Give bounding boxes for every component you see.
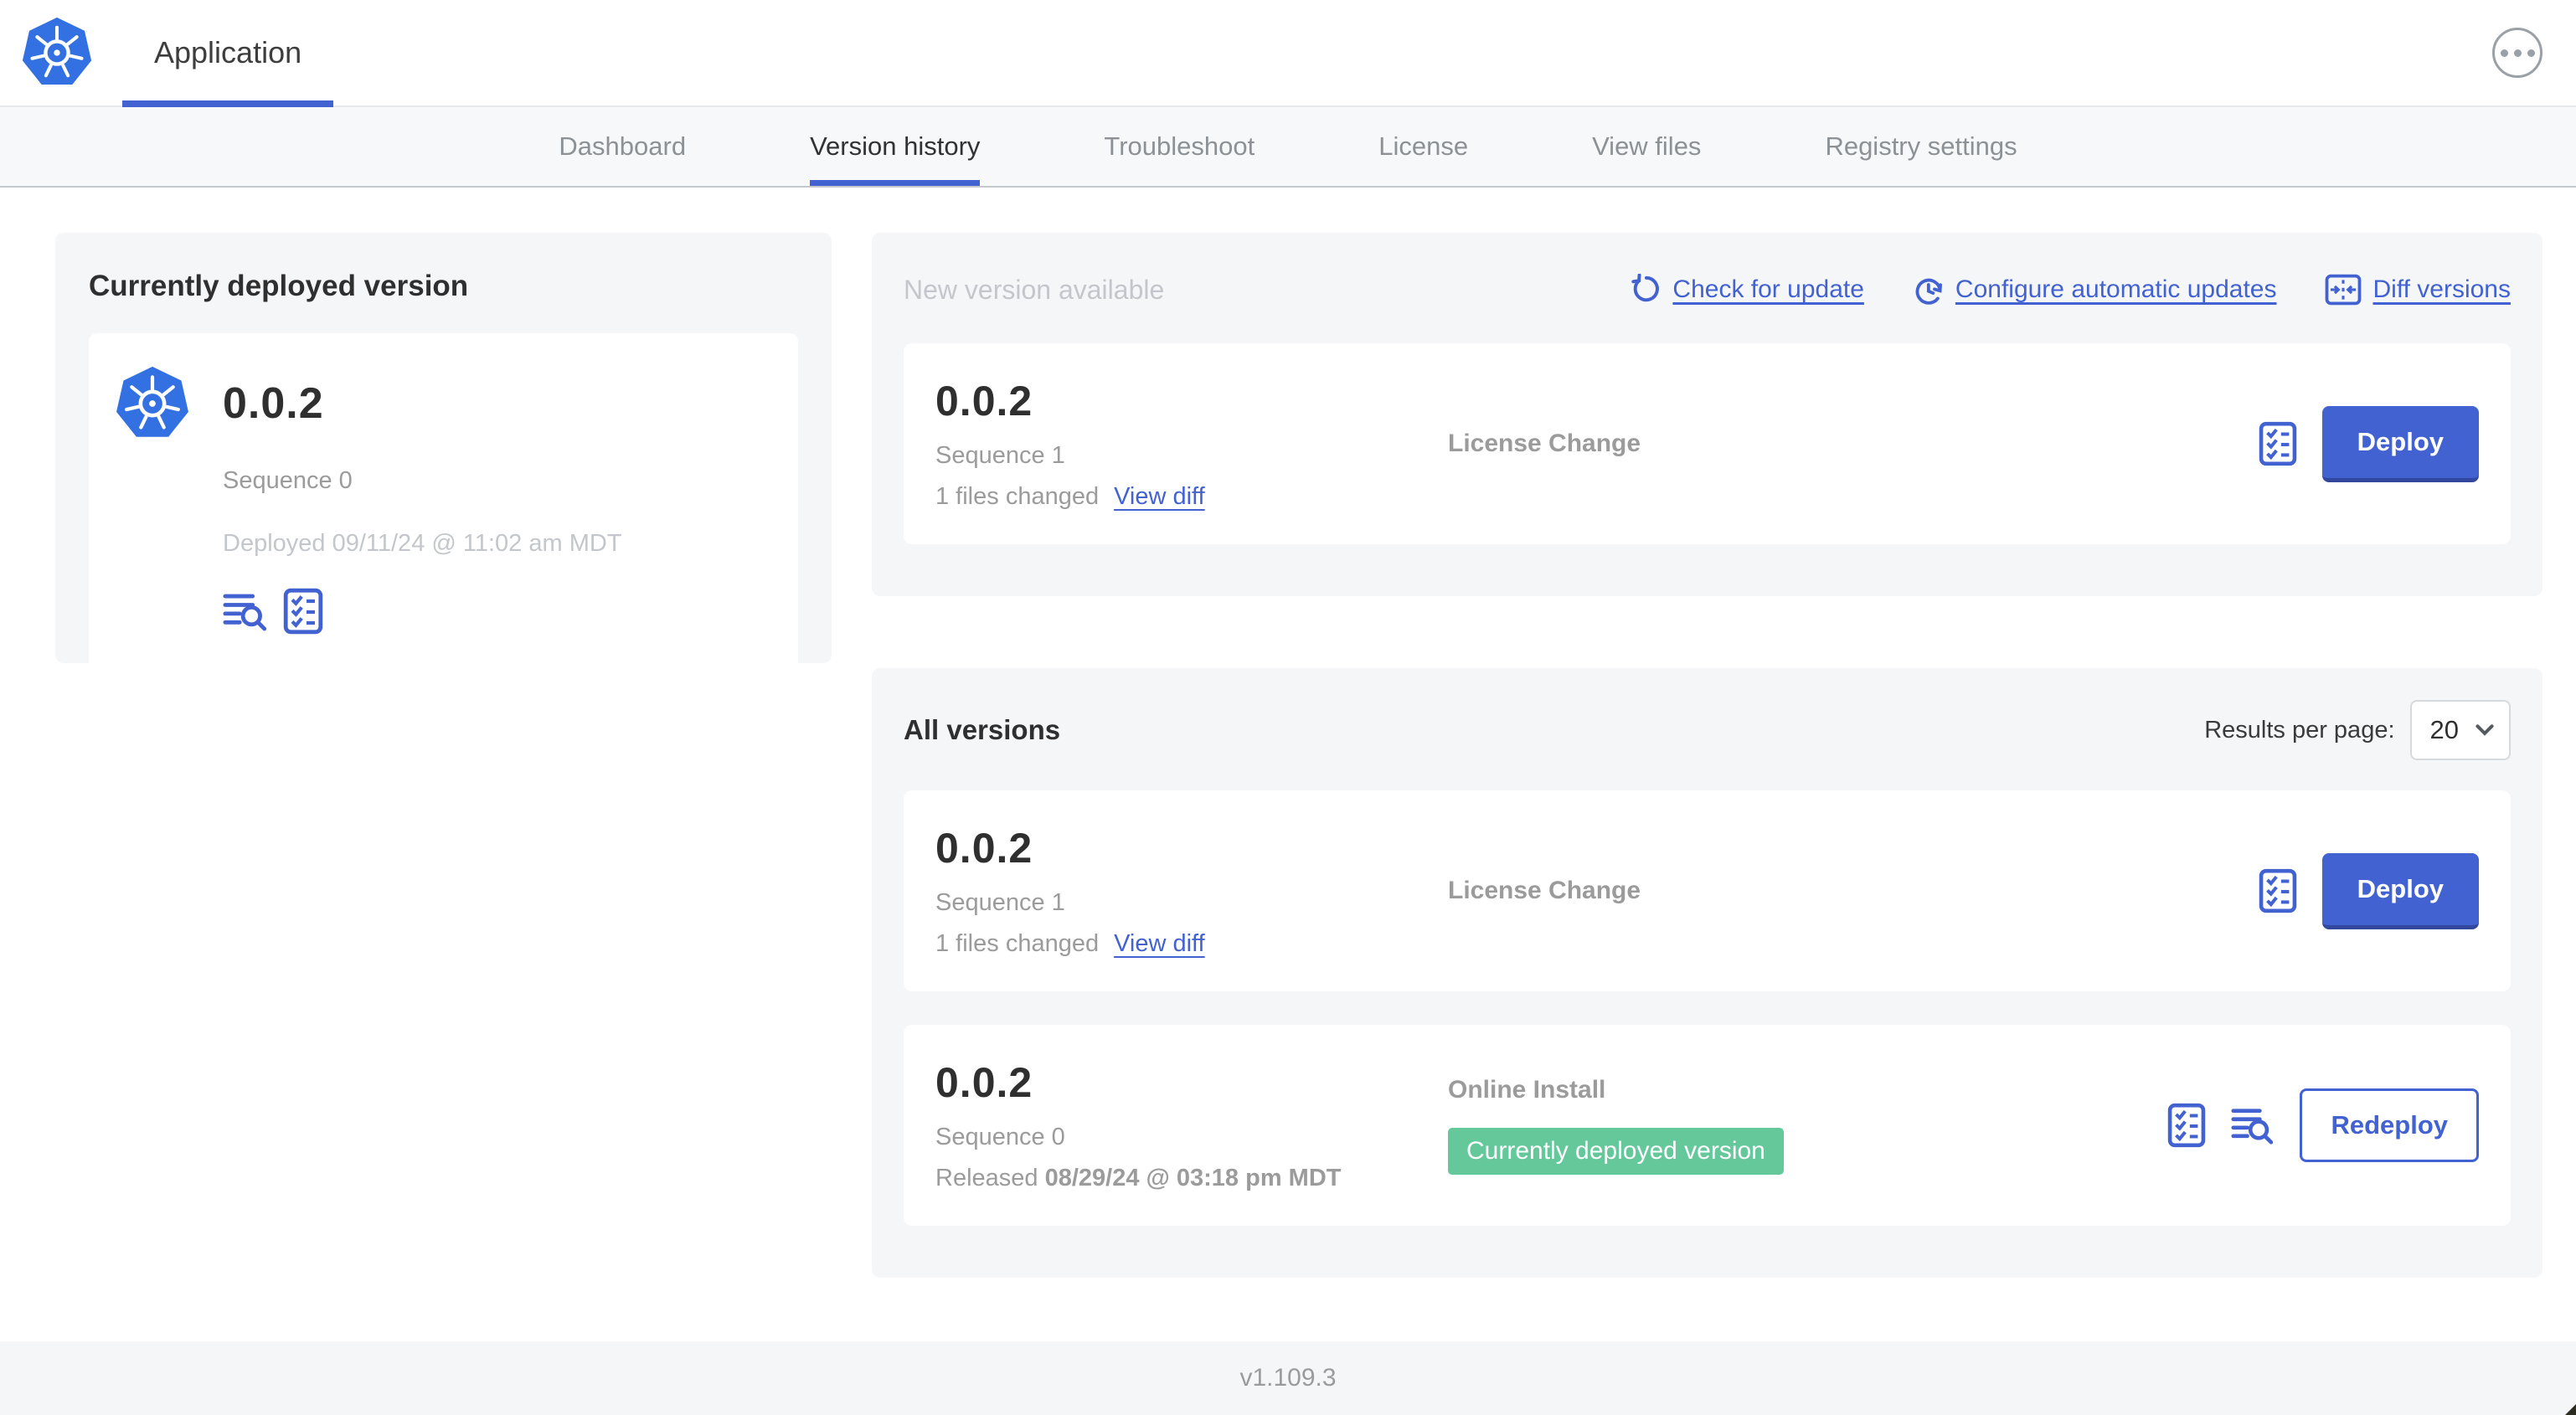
version-released-timestamp: Released 08/29/24 @ 03:18 pm MDT [935,1165,1342,1191]
diff-icon [2326,274,2362,306]
deploy-button[interactable]: Deploy [2321,852,2479,929]
version-number: 0.0.2 [935,378,1033,424]
version-sequence: Sequence 1 [935,442,1065,469]
current-sequence: Sequence 0 [223,467,353,494]
deploy-button[interactable]: Deploy [2321,405,2479,482]
version-source-label: Online Install [1448,1076,1606,1104]
app-title-tab[interactable]: Application [122,0,334,107]
view-logs-icon[interactable] [2231,1105,2275,1145]
ellipsis-icon [2500,49,2508,57]
currently-deployed-badge: Currently deployed version [1448,1128,1784,1175]
tab-troubleshoot[interactable]: Troubleshoot [1104,107,1255,186]
version-sequence: Sequence 1 [935,889,1065,916]
view-diff-link[interactable]: View diff [1114,930,1205,958]
version-source-label: License Change [1448,877,1641,904]
tab-registry-settings[interactable]: Registry settings [1825,107,2017,186]
section-nav: Dashboard Version history Troubleshoot L… [0,107,2576,188]
preflight-checks-icon[interactable] [2259,421,2297,466]
view-logs-icon[interactable] [223,590,268,632]
kubernetes-app-icon [114,365,191,635]
tab-version-history[interactable]: Version history [810,107,981,186]
main-content: Currently deployed version 0.0.2 Sequenc… [0,188,2576,1341]
app-title: Application [154,35,302,69]
files-changed-text: 1 files changed [935,483,1100,510]
console-version: v1.109.3 [1239,1364,1337,1392]
version-source-label: License Change [1448,430,1641,457]
files-changed-text: 1 files changed [935,930,1100,957]
redeploy-button[interactable]: Redeploy [2300,1088,2479,1162]
new-version-panel: New version available Check for update C… [872,233,2543,596]
results-per-page-label: Results per page: [2204,716,2395,744]
tab-view-files[interactable]: View files [1592,107,1701,186]
chevron-down-icon [2476,724,2494,736]
all-versions-title: All versions [904,714,1061,745]
refresh-icon [1631,274,1660,302]
more-options-button[interactable] [2492,28,2543,78]
configure-automatic-updates-link[interactable]: Configure automatic updates [1913,274,2276,306]
preflight-checks-icon[interactable] [2167,1103,2206,1148]
version-row: 0.0.2 Sequence 1 1 files changed View di… [904,790,2511,991]
app-footer: v1.109.3 [0,1341,2576,1415]
tab-dashboard[interactable]: Dashboard [559,107,686,186]
preflight-checks-icon[interactable] [283,588,323,635]
new-version-title: New version available [904,274,1165,305]
currently-deployed-card: 0.0.2 Sequence 0 Deployed 09/11/24 @ 11:… [89,333,798,671]
new-version-card: 0.0.2 Sequence 1 1 files changed View di… [904,343,2511,544]
right-column: New version available Check for update C… [872,233,2543,1278]
version-row: 0.0.2 Sequence 0 Released 08/29/24 @ 03:… [904,1025,2511,1226]
diff-versions-link[interactable]: Diff versions [2325,274,2511,306]
version-number: 0.0.2 [935,825,1033,872]
view-diff-link[interactable]: View diff [1114,483,1205,511]
kubernetes-logo-icon [20,16,94,90]
results-per-page-select[interactable]: 20 [2409,700,2511,760]
app-header: Application [0,0,2576,107]
clock-update-icon [1915,278,1942,305]
version-sequence: Sequence 0 [935,1124,1065,1150]
version-number: 0.0.2 [935,1059,1033,1106]
active-app-underline [122,100,334,107]
tab-license[interactable]: License [1378,107,1468,186]
mouse-cursor-artifact [2565,1404,2576,1415]
currently-deployed-panel: Currently deployed version 0.0.2 Sequenc… [55,233,832,671]
check-for-update-link[interactable]: Check for update [1630,274,1864,306]
current-version-number: 0.0.2 [223,379,324,428]
currently-deployed-title: Currently deployed version [89,270,469,302]
preflight-checks-icon[interactable] [2259,868,2297,913]
kots-admin-page: Application Dashboard Version history Tr… [0,0,2576,1415]
all-versions-panel: All versions Results per page: 20 0.0.2 … [872,668,2543,1278]
current-deployed-timestamp: Deployed 09/11/24 @ 11:02 am MDT [223,530,622,557]
